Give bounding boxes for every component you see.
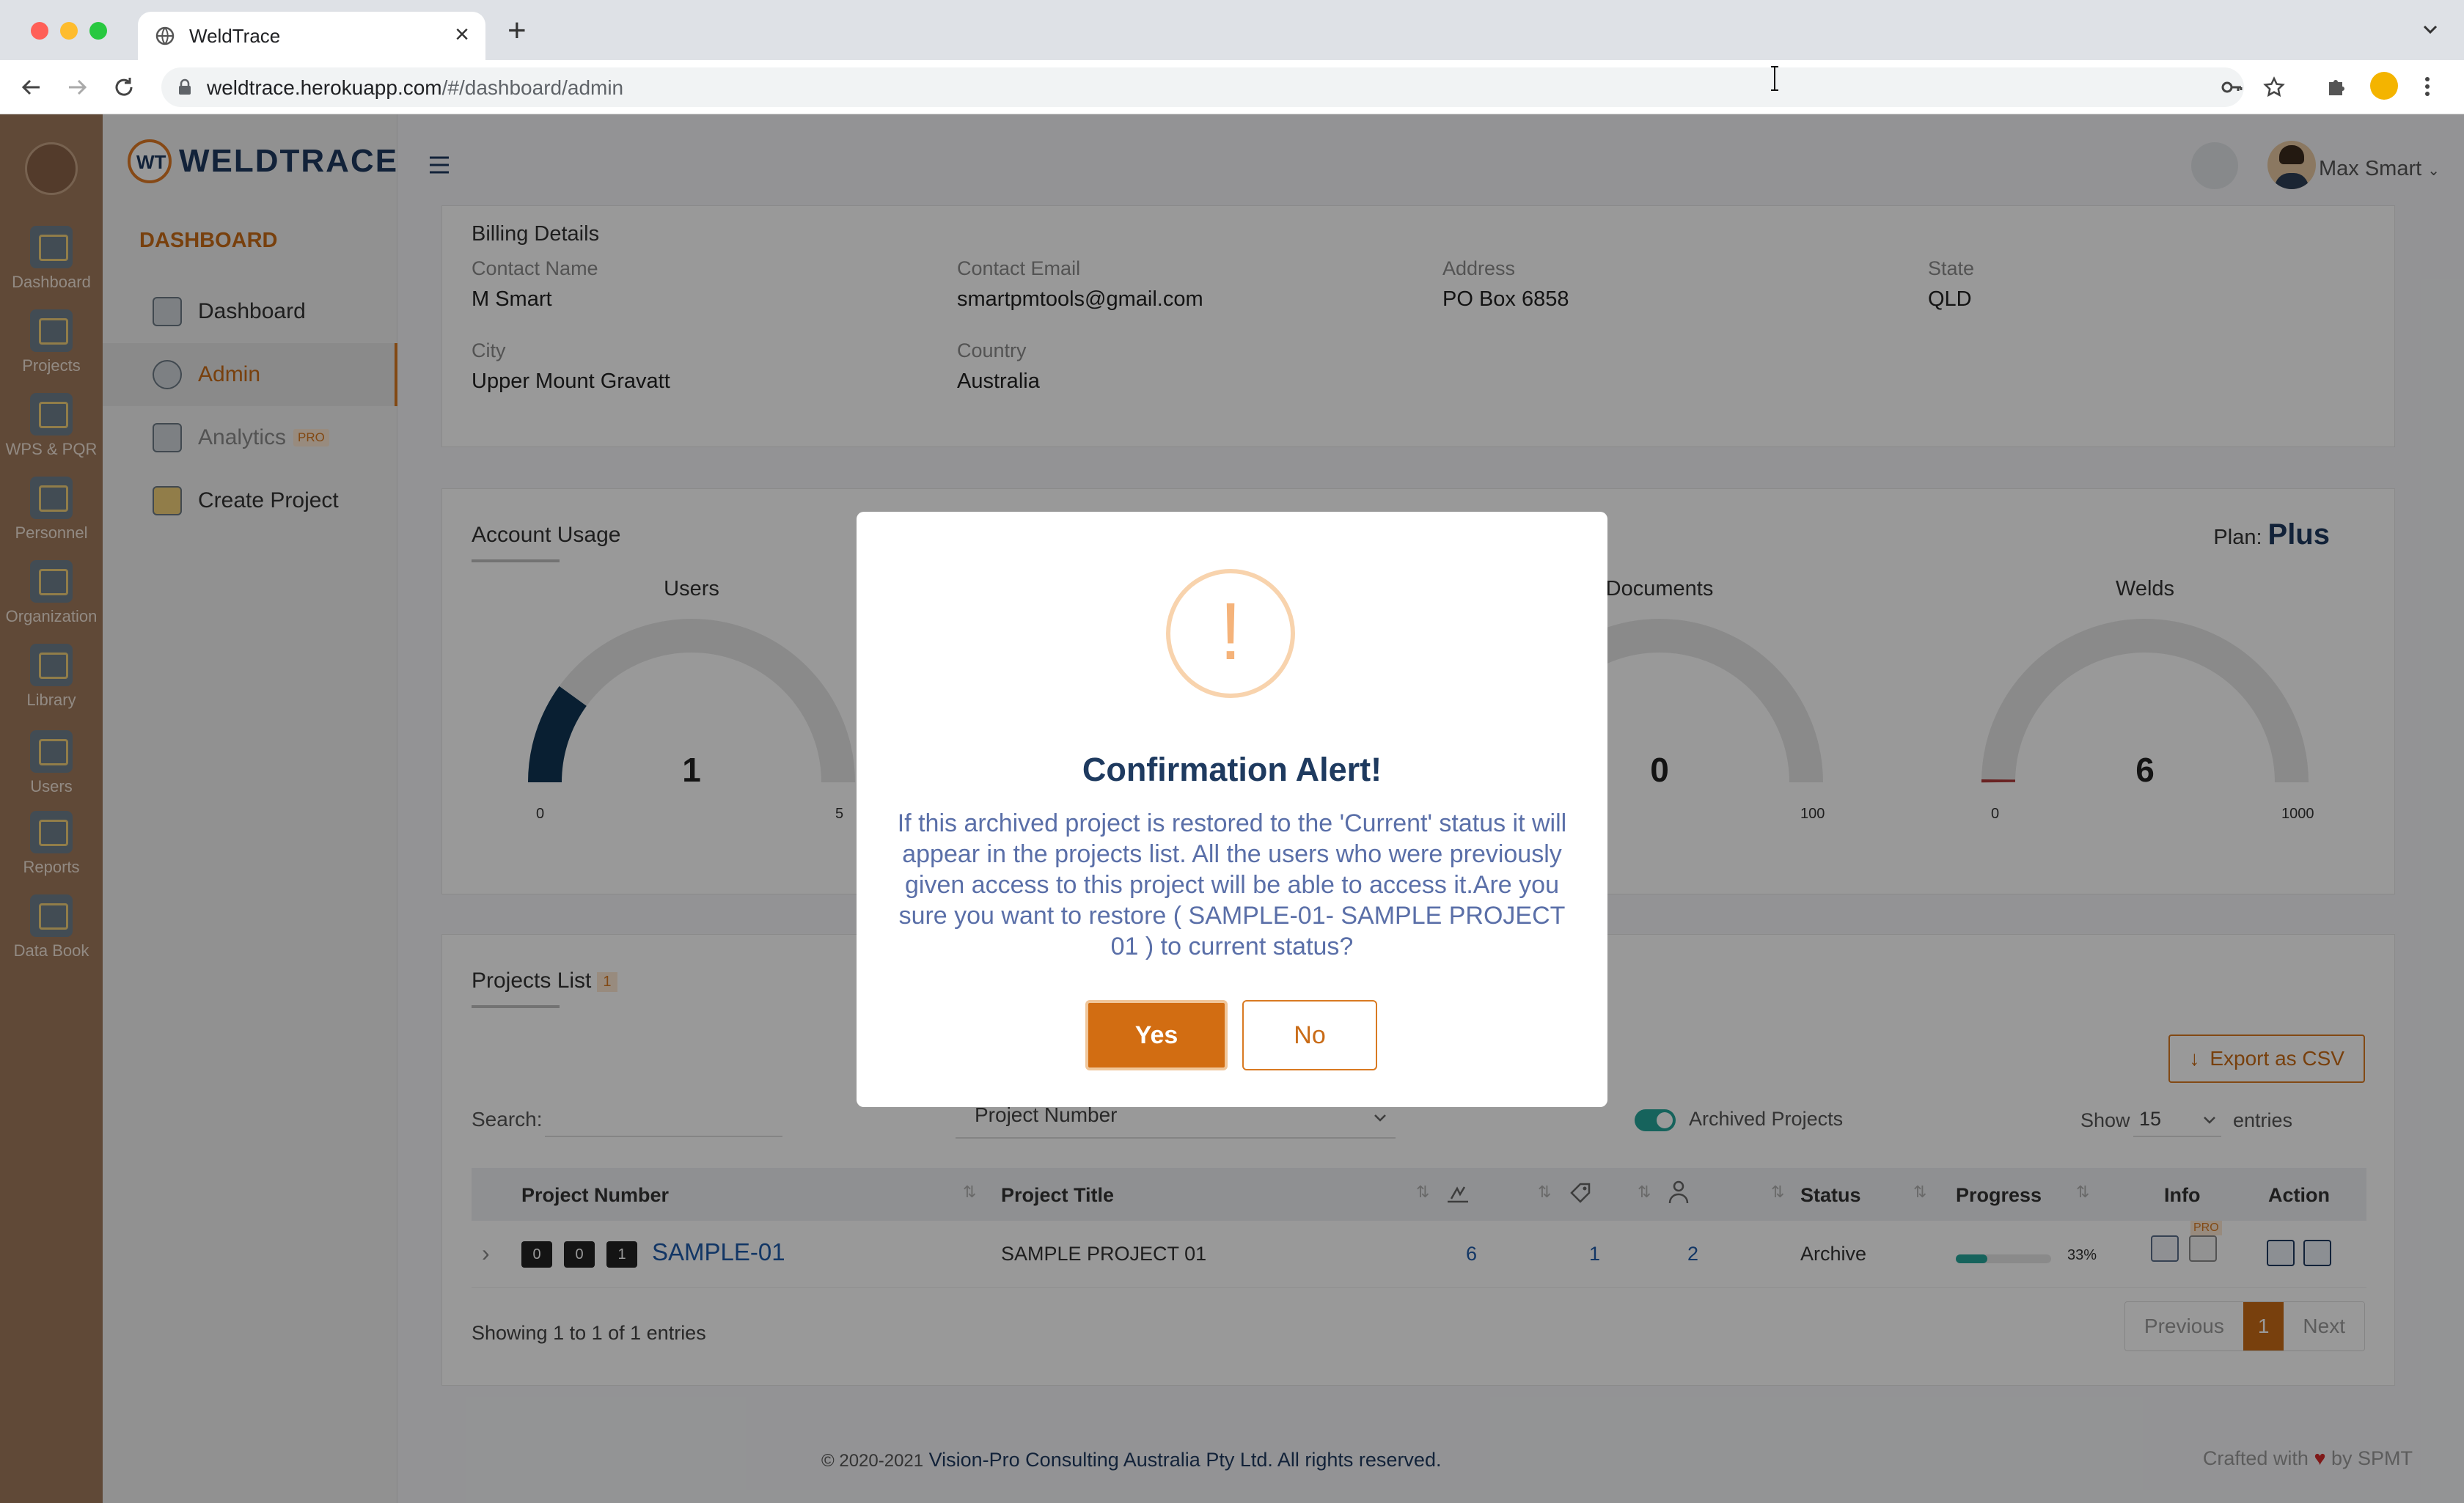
browser-menu-icon[interactable] (2423, 75, 2432, 98)
extensions-puzzle-icon[interactable] (2325, 75, 2348, 98)
tab-search-chevron-icon[interactable] (2421, 21, 2439, 38)
forward-arrow-icon[interactable] (65, 75, 89, 100)
warning-exclamation-icon: ! (1166, 569, 1295, 698)
window-zoom-button[interactable] (89, 22, 107, 40)
window-minimize-button[interactable] (60, 22, 78, 40)
key-icon[interactable] (2221, 78, 2243, 97)
dialog-message: If this archived project is restored to … (897, 809, 1567, 960)
dialog-title: Confirmation Alert! (1082, 751, 1382, 788)
back-arrow-icon[interactable] (19, 75, 44, 100)
profile-extension-icon[interactable] (2370, 72, 2398, 100)
globe-icon (155, 26, 175, 45)
browser-tab[interactable]: WeldTrace × (138, 12, 485, 60)
new-tab-button[interactable]: + (507, 15, 527, 47)
tab-title: WeldTrace (189, 25, 281, 47)
window-close-button[interactable] (31, 22, 48, 40)
confirmation-dialog: ! Confirmation Alert! If this archived p… (857, 512, 1607, 1107)
browser-tabstrip: WeldTrace × + (0, 0, 2464, 60)
address-bar[interactable]: weldtrace.herokuapp.com/#/dashboard/admi… (161, 67, 2285, 107)
lock-icon[interactable] (177, 78, 192, 96)
reload-icon[interactable] (111, 75, 136, 100)
yes-button[interactable]: Yes (1085, 1000, 1228, 1070)
browser-toolbar: weldtrace.herokuapp.com/#/dashboard/admi… (0, 60, 2464, 114)
no-button[interactable]: No (1242, 1000, 1377, 1070)
url-text: weldtrace.herokuapp.com/#/dashboard/admi… (207, 76, 624, 99)
tab-close-icon[interactable]: × (455, 22, 469, 47)
text-cursor-icon (1771, 66, 1778, 91)
bookmark-star-icon[interactable] (2263, 76, 2285, 98)
